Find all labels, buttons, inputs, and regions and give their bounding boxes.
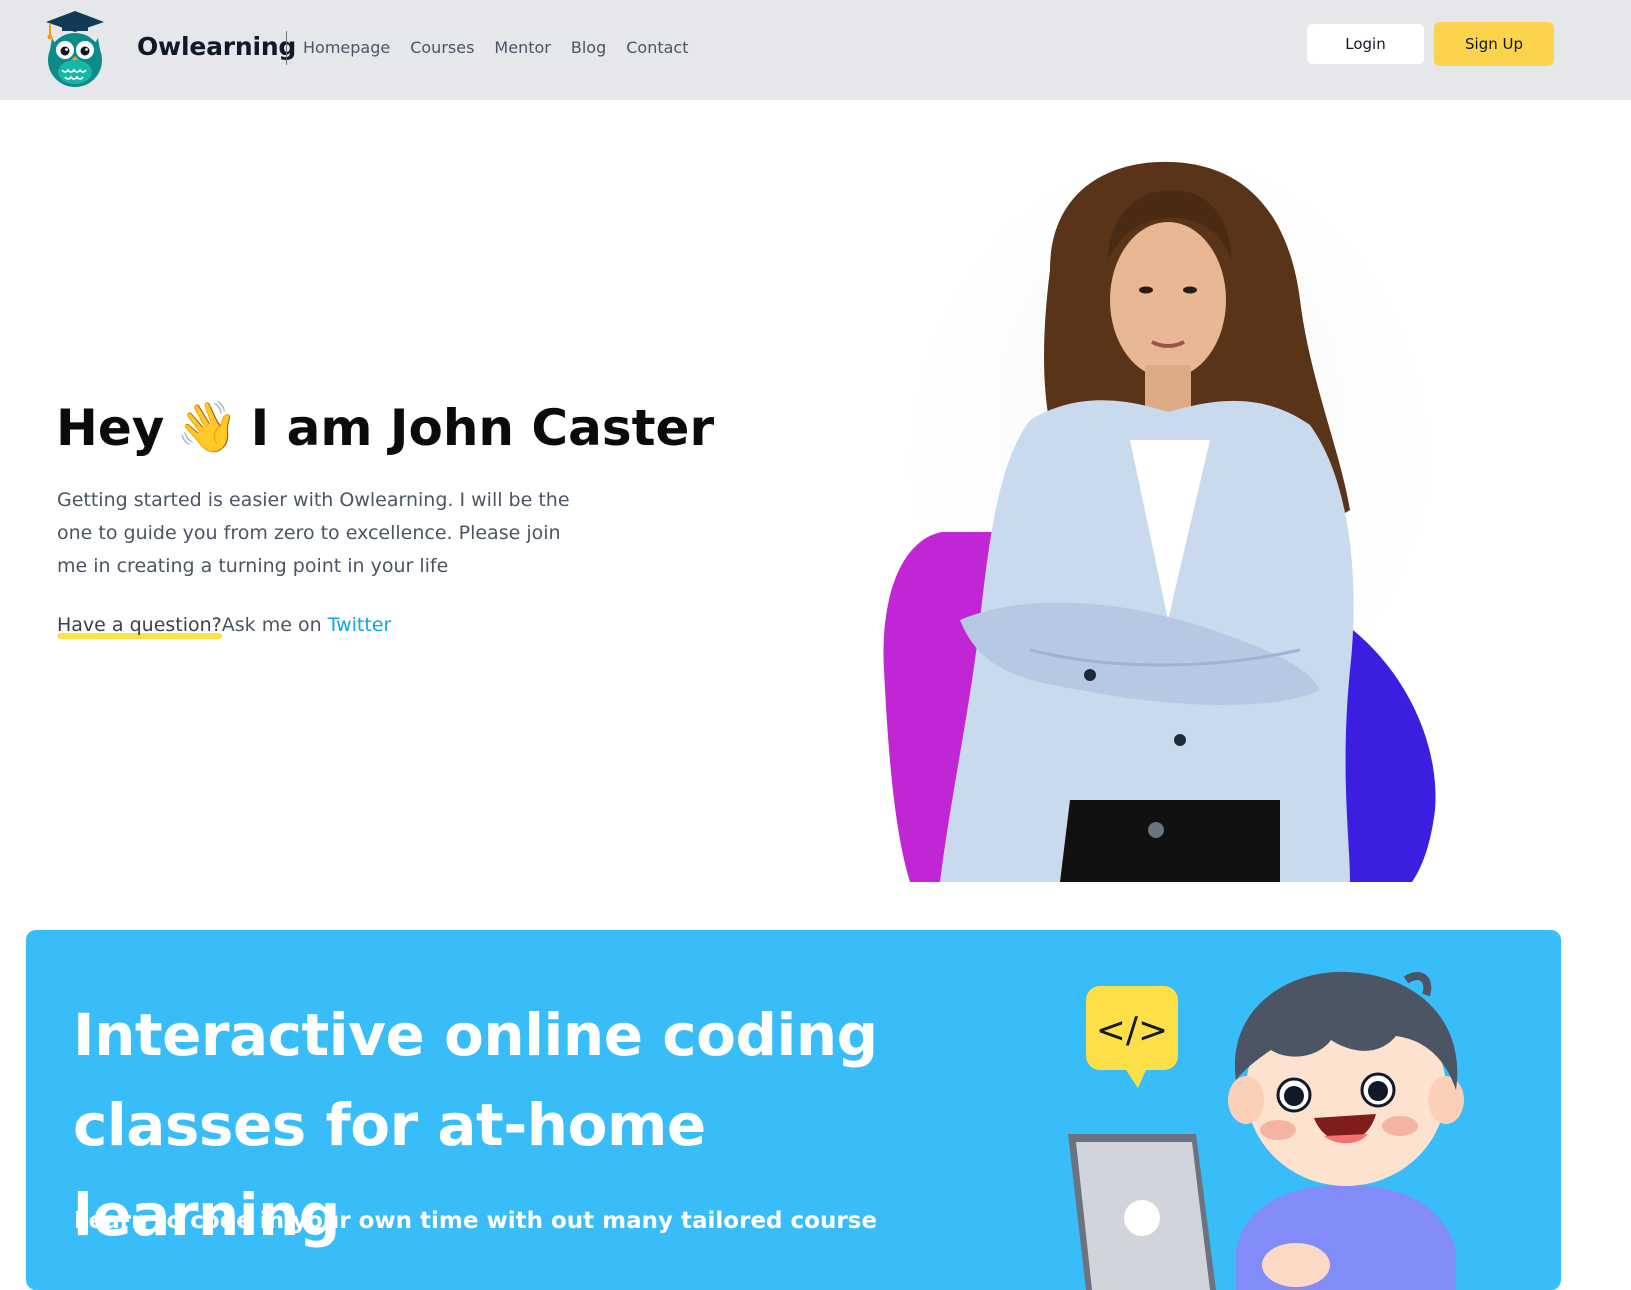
header-divider	[286, 31, 287, 65]
nav-blog[interactable]: Blog	[571, 38, 606, 57]
nav-homepage[interactable]: Homepage	[303, 38, 390, 57]
svg-text:</>: </>	[1096, 1010, 1168, 1051]
login-button[interactable]: Login	[1307, 24, 1424, 64]
nav-mentor[interactable]: Mentor	[494, 38, 550, 57]
kid-coder-illustration: </>	[1068, 971, 1464, 1290]
twitter-link[interactable]: Twitter	[328, 614, 392, 636]
brand-name[interactable]: Owlearning	[137, 32, 296, 61]
hero-title: Hey 👋 I am John Caster	[56, 398, 714, 457]
hero-question-line: Have a question?Ask me on Twitter	[57, 614, 391, 636]
ask-text: Ask me on	[221, 614, 328, 636]
nav-courses[interactable]: Courses	[410, 38, 474, 57]
main-nav: Homepage Courses Mentor Blog Contact	[303, 38, 688, 57]
hero-title-name: I am John Caster	[250, 398, 715, 457]
promo-banner: Interactive online coding classes for at…	[26, 930, 1561, 1290]
banner-subtitle: Learn to code in your own time with out …	[74, 1208, 877, 1234]
hero-title-greeting: Hey	[56, 398, 165, 457]
mentor-portrait-image	[883, 160, 1436, 882]
hero-description: Getting started is easier with Owlearnin…	[57, 489, 570, 577]
question-highlight: Have a question?	[57, 614, 222, 636]
top-nav-bar: Owlearning Homepage Courses Mentor Blog …	[0, 0, 1631, 100]
owl-logo-icon[interactable]	[42, 8, 108, 88]
waving-hand-icon: 👋	[176, 398, 239, 456]
nav-contact[interactable]: Contact	[626, 38, 688, 57]
code-bubble-icon: </>	[1086, 986, 1178, 1088]
signup-button[interactable]: Sign Up	[1434, 22, 1554, 66]
